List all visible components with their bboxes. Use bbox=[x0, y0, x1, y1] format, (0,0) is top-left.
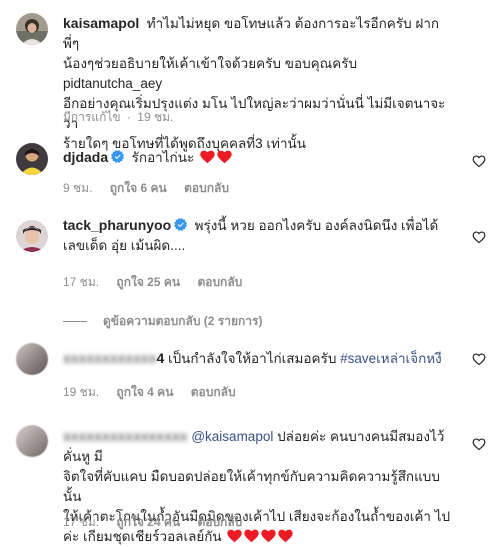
comment-time[interactable]: 19 ชม. bbox=[137, 110, 173, 124]
comment-username-tail: 4 bbox=[156, 350, 165, 366]
comment-text-line: จิตใจที่คับแคบ มืดบอดปล่อยให้เค้าทุกข์กั… bbox=[63, 469, 440, 504]
likes-count[interactable]: ถูกใจ 4 คน bbox=[116, 385, 173, 399]
verified-badge-icon bbox=[174, 218, 188, 231]
comment-text: รักอาไก่นะ bbox=[131, 150, 195, 165]
likes-count[interactable]: ถูกใจ 25 คน bbox=[116, 275, 180, 289]
heart-outline-icon[interactable] bbox=[472, 230, 486, 244]
heart-outline-icon[interactable] bbox=[472, 437, 486, 451]
red-heart-emoji bbox=[217, 150, 232, 164]
red-heart-emoji bbox=[244, 529, 260, 543]
meta-separator: · bbox=[126, 110, 131, 124]
comment-text-line: น้องๆช่วยอธิบายให้เค้าเข้าใจด้วยครับ ขอบ… bbox=[63, 56, 358, 91]
comment-text-line: พรุ่งนี้ หวย ออกไงครับ องค์ลงนิดนึง เพื่… bbox=[194, 218, 439, 233]
heart-outline-icon[interactable] bbox=[472, 352, 486, 366]
avatar[interactable] bbox=[16, 425, 48, 457]
likes-count[interactable]: ถูกใจ 24 คน bbox=[116, 515, 180, 529]
comment-meta: 9 ชม. ถูกใจ 6 คน ตอบกลับ bbox=[63, 180, 243, 196]
comment-meta: มีการแก้ไข · 19 ชม. bbox=[63, 109, 187, 125]
reply-button[interactable]: ตอบกลับ bbox=[197, 275, 242, 289]
hashtag-link[interactable]: #saveเหล่าเจ็กหงี bbox=[340, 351, 442, 366]
comment-text: เป็นกำลังใจให้อาไก่เสมอครับ bbox=[168, 351, 337, 366]
comment-username[interactable]: tack_pharunyoo bbox=[63, 217, 171, 233]
comment-body: xxxxxxxxxxxx4 เป็นกำลังใจให้อาไก่เสมอครั… bbox=[63, 348, 455, 369]
likes-count[interactable]: ถูกใจ 6 คน bbox=[110, 181, 167, 195]
comment-text-line: ค่ะ เกียมชุดเชียร์วอลเลย์กัน bbox=[63, 529, 222, 544]
comment-username[interactable]: djdada bbox=[63, 149, 108, 165]
red-heart-emoji bbox=[261, 529, 277, 543]
comment-username[interactable]: xxxxxxxxxxxx bbox=[63, 348, 156, 368]
edited-label: มีการแก้ไข bbox=[63, 110, 121, 124]
red-heart-emoji bbox=[200, 150, 215, 164]
comment-time[interactable]: 17 ชม. bbox=[63, 515, 99, 529]
reply-button[interactable]: ตอบกลับ bbox=[184, 181, 229, 195]
comment-body: tack_pharunyoo พรุ่งนี้ หวย ออกไงครับ อง… bbox=[63, 215, 455, 256]
comment-time[interactable]: 9 ชม. bbox=[63, 181, 92, 195]
mention-link[interactable]: @kaisamapol bbox=[191, 429, 273, 444]
comment-meta: 17 ชม. ถูกใจ 24 คน ตอบกลับ bbox=[63, 514, 256, 530]
red-heart-emoji bbox=[227, 529, 243, 543]
avatar[interactable] bbox=[16, 143, 48, 175]
comment-body: kaisamapol ทำไมไม่หยุด ขอโทษแล้ว ต้องการ… bbox=[63, 13, 455, 154]
view-replies-label[interactable]: ดูข้อความตอบกลับ (2 รายการ) bbox=[103, 314, 262, 328]
reply-button[interactable]: ตอบกลับ bbox=[197, 515, 242, 529]
divider-line bbox=[63, 321, 87, 323]
heart-outline-icon[interactable] bbox=[472, 154, 486, 168]
comment-username[interactable]: xxxxxxxxxxxxxxxx bbox=[63, 426, 188, 446]
comment-time[interactable]: 17 ชม. bbox=[63, 275, 99, 289]
verified-badge-icon bbox=[111, 150, 125, 163]
comment-text-line: เลขเด็ด อุ่ย เม้นผิด.... bbox=[63, 238, 186, 253]
comment-username[interactable]: kaisamapol bbox=[63, 15, 139, 31]
view-replies-button[interactable]: ดูข้อความตอบกลับ (2 รายการ) bbox=[63, 313, 262, 329]
reply-button[interactable]: ตอบกลับ bbox=[191, 385, 236, 399]
avatar[interactable] bbox=[16, 220, 48, 252]
comment-meta: 17 ชม. ถูกใจ 25 คน ตอบกลับ bbox=[63, 274, 256, 290]
comment-meta: 19 ชม. ถูกใจ 4 คน ตอบกลับ bbox=[63, 384, 250, 400]
comment-time[interactable]: 19 ชม. bbox=[63, 385, 99, 399]
red-heart-emoji bbox=[278, 529, 294, 543]
comment-body: djdada รักอาไก่นะ bbox=[63, 147, 455, 168]
avatar[interactable] bbox=[16, 343, 48, 375]
avatar[interactable] bbox=[16, 13, 48, 45]
